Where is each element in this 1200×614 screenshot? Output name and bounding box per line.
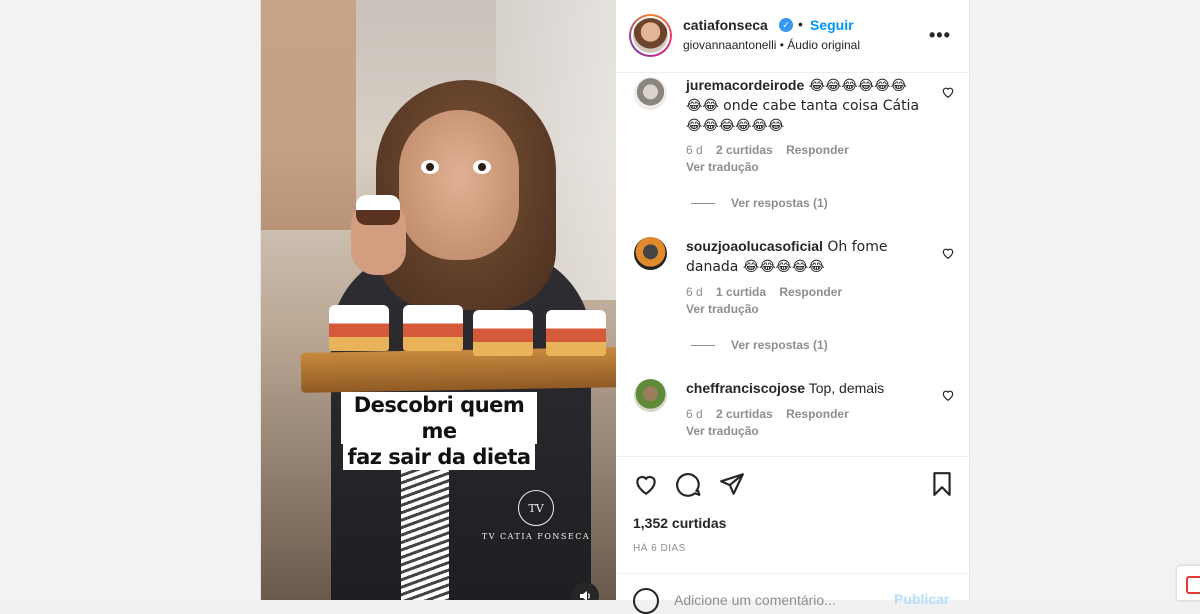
reply-button[interactable]: Responder (786, 143, 849, 157)
comment-meta: 6 d 2 curtidas Responder (686, 407, 859, 421)
speaker-icon (580, 591, 590, 600)
comment-username[interactable]: souzjoaolucasoficial (686, 238, 823, 254)
reply-button[interactable]: Responder (786, 407, 849, 421)
comment-likes[interactable]: 2 curtidas (716, 407, 773, 421)
watermark-text: TV CATIA FONSECA (481, 532, 591, 541)
publish-button[interactable]: Publicar (894, 591, 949, 607)
caption-line-2: faz sair da dieta (343, 444, 535, 470)
verified-badge-icon: ✓ (779, 18, 793, 32)
share-send-icon[interactable] (719, 471, 745, 497)
post-actions: 1,352 curtidas HÁ 6 DIAS (616, 456, 970, 576)
comment-body: Top, demais (805, 380, 885, 396)
more-options-icon[interactable]: ••• (929, 25, 951, 46)
like-comment-heart-icon[interactable] (941, 388, 955, 402)
view-replies-label: Ver respostas (1) (731, 196, 828, 210)
likes-count[interactable]: 1,352 curtidas (633, 515, 726, 531)
translate-link[interactable]: Ver tradução (686, 302, 759, 316)
commenter-avatar[interactable] (634, 379, 667, 412)
replies-line (691, 203, 715, 205)
follow-button[interactable]: Seguir (810, 17, 854, 33)
video-caption: Descobri quem me faz sair da dieta (341, 392, 537, 470)
view-replies-button[interactable]: Ver respostas (1) (691, 338, 828, 352)
page-background: Descobri quem me faz sair da dieta TV TV… (0, 0, 1200, 614)
view-replies-label: Ver respostas (1) (731, 338, 828, 352)
comment-likes[interactable]: 1 curtida (716, 285, 766, 299)
author-username[interactable]: catiafonseca (683, 17, 768, 33)
eye (421, 160, 439, 174)
view-replies-button[interactable]: Ver respostas (1) (691, 196, 828, 210)
comment-age: 6 d (686, 143, 703, 157)
eye (473, 160, 491, 174)
comment-text: souzjoaolucasoficial Oh fome danada 😂😂😂😂… (686, 237, 921, 277)
comment-age: 6 d (686, 285, 703, 299)
comment-meta: 6 d 1 curtida Responder (686, 285, 852, 299)
comment-text: juremacordeirode 😂😂😂😂😂😂😂😂 onde cabe tant… (686, 76, 921, 136)
separator-dot: • (798, 16, 803, 32)
watermark: TV TV CATIA FONSECA (476, 490, 596, 541)
emoji-smile-icon[interactable] (633, 588, 659, 614)
dessert (546, 310, 606, 356)
like-heart-icon[interactable] (633, 471, 659, 497)
background-shelf (261, 0, 356, 230)
translate-link[interactable]: Ver tradução (686, 160, 759, 174)
comment-username[interactable]: cheffranciscojose (686, 380, 805, 396)
dessert (403, 305, 463, 351)
caption-line-1: Descobri quem me (341, 392, 537, 444)
replies-line (691, 345, 715, 347)
watermark-logo: TV (518, 490, 554, 526)
dessert (329, 305, 389, 351)
like-comment-heart-icon[interactable] (941, 246, 955, 260)
comment-text: cheffranciscojose Top, demais (686, 379, 921, 398)
person-face (399, 110, 519, 260)
reply-button[interactable]: Responder (779, 285, 842, 299)
add-comment-bar: Publicar (616, 573, 970, 614)
sound-toggle-button[interactable] (571, 582, 599, 600)
post-header: catiafonseca ✓ • Seguir giovannaantonell… (616, 0, 970, 73)
dessert (473, 310, 533, 356)
comment-age: 6 d (686, 407, 703, 421)
comment-username[interactable]: juremacordeirode (686, 77, 804, 93)
comment-meta: 6 d 2 curtidas Responder (686, 143, 859, 157)
commenter-avatar[interactable] (634, 77, 667, 110)
comment-input[interactable] (674, 590, 884, 610)
like-comment-heart-icon[interactable] (941, 85, 955, 99)
comment-likes[interactable]: 2 curtidas (716, 143, 773, 157)
cupcake (356, 195, 400, 225)
audio-subline[interactable]: giovannaantonelli • Áudio original (683, 38, 860, 52)
author-avatar[interactable] (629, 14, 672, 57)
comment-bubble-icon[interactable] (676, 471, 702, 497)
post-details-panel: catiafonseca ✓ • Seguir giovannaantonell… (616, 0, 970, 614)
commenter-avatar[interactable] (634, 237, 667, 270)
translate-link[interactable]: Ver tradução (686, 424, 759, 438)
comments-list[interactable]: juremacordeirode 😂😂😂😂😂😂😂😂 onde cabe tant… (616, 74, 970, 456)
save-bookmark-icon[interactable] (929, 471, 955, 497)
extension-icon[interactable] (1177, 566, 1200, 600)
post-video[interactable]: Descobri quem me faz sair da dieta TV TV… (261, 0, 616, 600)
post-modal: Descobri quem me faz sair da dieta TV TV… (260, 0, 970, 614)
post-date: HÁ 6 DIAS (633, 543, 686, 554)
